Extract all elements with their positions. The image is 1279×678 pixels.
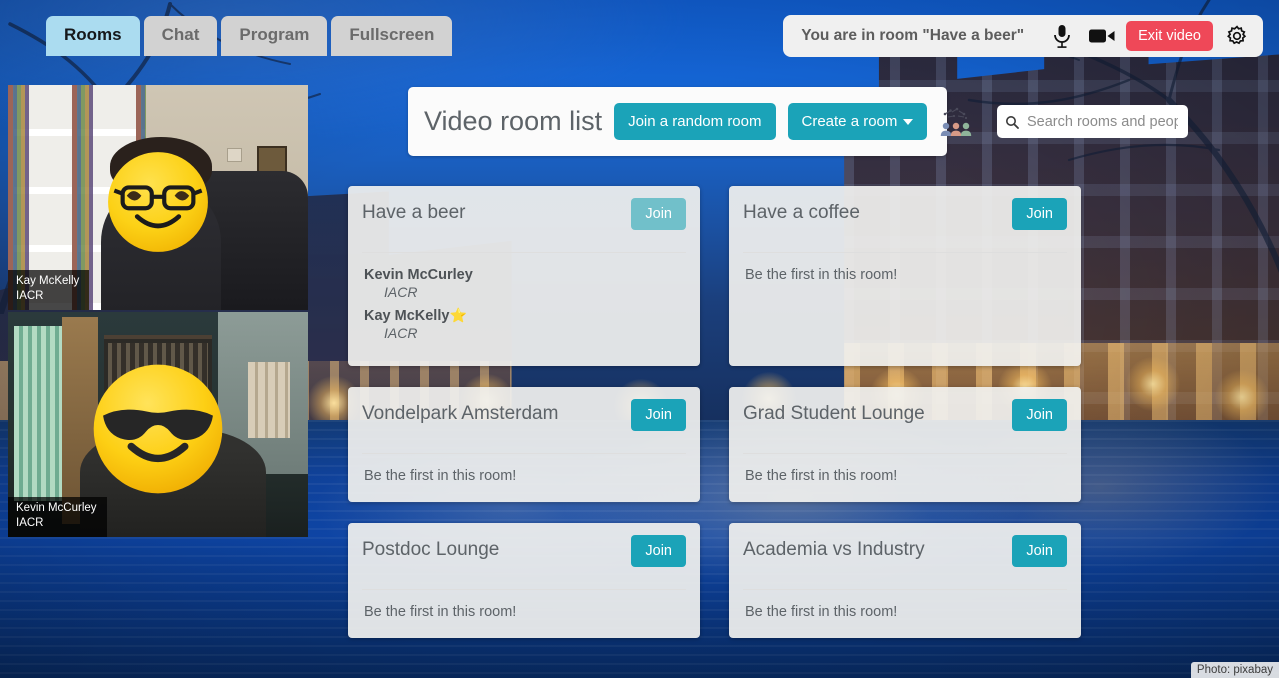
video-camera-icon[interactable] bbox=[1082, 19, 1122, 53]
empty-room-message: Be the first in this room! bbox=[364, 604, 517, 620]
room-list-header: Video room list Join a random room Creat… bbox=[408, 87, 972, 156]
search-icon bbox=[1005, 115, 1019, 129]
star-icon: ⭐ bbox=[449, 307, 467, 323]
video-tile[interactable]: Kevin McCurley IACR bbox=[8, 312, 308, 537]
room-card-header: Have a beer Join bbox=[362, 198, 686, 242]
join-room-button[interactable]: Join bbox=[1012, 399, 1067, 431]
room-occupants: Be the first in this room! bbox=[362, 454, 686, 502]
occupant: Kay McKelly⭐ IACR bbox=[364, 307, 684, 341]
participant-affiliation: IACR bbox=[16, 517, 44, 530]
empty-room-message: Be the first in this room! bbox=[745, 468, 898, 484]
join-random-room-button[interactable]: Join a random room bbox=[614, 103, 776, 140]
join-room-button[interactable]: Join bbox=[1012, 198, 1067, 230]
occupant-name: Kevin McCurley bbox=[364, 267, 473, 283]
tab-fullscreen[interactable]: Fullscreen bbox=[331, 16, 453, 56]
create-room-button[interactable]: Create a room bbox=[787, 103, 928, 140]
tab-program[interactable]: Program bbox=[221, 16, 328, 56]
join-room-button[interactable]: Join bbox=[1012, 535, 1067, 567]
photo-credit: Photo: pixabay bbox=[1190, 662, 1279, 678]
join-room-button[interactable]: Join bbox=[631, 399, 686, 431]
room-card[interactable]: Have a coffee Join Be the first in this … bbox=[729, 186, 1081, 366]
tab-chat[interactable]: Chat bbox=[143, 16, 218, 56]
empty-room-message: Be the first in this room! bbox=[364, 468, 517, 484]
room-row: Vondelpark Amsterdam Join Be the first i… bbox=[348, 387, 1093, 502]
occupant-affiliation: IACR bbox=[384, 325, 418, 341]
nerd-face-icon bbox=[106, 150, 210, 254]
exit-video-button[interactable]: Exit video bbox=[1126, 21, 1213, 51]
empty-room-message: Be the first in this room! bbox=[745, 267, 898, 283]
create-room-label: Create a room bbox=[801, 113, 898, 130]
room-card[interactable]: Postdoc Lounge Join Be the first in this… bbox=[348, 523, 700, 638]
main-tab-bar: Rooms Chat Program Fullscreen bbox=[46, 16, 453, 56]
room-row: Postdoc Lounge Join Be the first in this… bbox=[348, 523, 1093, 638]
participant-affiliation: IACR bbox=[16, 290, 44, 303]
search-input[interactable] bbox=[1025, 112, 1180, 131]
join-room-button[interactable]: Join bbox=[631, 535, 686, 567]
microphone-icon[interactable] bbox=[1042, 19, 1082, 53]
room-occupants: Be the first in this room! bbox=[743, 454, 1067, 502]
room-card-header: Have a coffee Join bbox=[743, 198, 1067, 242]
room-card[interactable]: Vondelpark Amsterdam Join Be the first i… bbox=[348, 387, 700, 502]
video-tile-label: Kay McKelly IACR bbox=[8, 269, 90, 310]
gear-icon[interactable] bbox=[1217, 19, 1257, 53]
room-card[interactable]: Have a beer Join Kevin McCurley IACR Kay… bbox=[348, 186, 700, 366]
current-room-status: You are in room "Have a beer" bbox=[801, 27, 1025, 44]
occupant-name-text: Kay McKelly bbox=[364, 308, 450, 324]
room-name: Grad Student Lounge bbox=[743, 403, 925, 424]
chevron-down-icon bbox=[903, 119, 914, 126]
video-controls-bar: You are in room "Have a beer" Exit video bbox=[783, 15, 1263, 57]
video-tile-column: Kay McKelly IACR Kevin McCurley IACR bbox=[8, 85, 308, 537]
room-card-header: Academia vs Industry Join bbox=[743, 535, 1067, 579]
room-name: Have a coffee bbox=[743, 202, 860, 223]
room-card[interactable]: Grad Student Lounge Join Be the first in… bbox=[729, 387, 1081, 502]
video-tile-label: Kevin McCurley IACR bbox=[8, 496, 107, 537]
page-title: Video room list bbox=[424, 106, 603, 136]
smiling-face-with-sunglasses-icon bbox=[91, 362, 225, 496]
tab-rooms[interactable]: Rooms bbox=[46, 16, 140, 56]
participant-name: Kevin McCurley bbox=[16, 501, 97, 514]
room-card-header: Grad Student Lounge Join bbox=[743, 399, 1067, 443]
empty-room-message: Be the first in this room! bbox=[745, 604, 898, 620]
room-card-header: Vondelpark Amsterdam Join bbox=[362, 399, 686, 443]
search-box[interactable] bbox=[997, 105, 1188, 138]
people-network-icon[interactable] bbox=[939, 105, 973, 139]
room-occupants: Be the first in this room! bbox=[362, 590, 686, 638]
room-occupants: Kevin McCurley IACR Kay McKelly⭐ IACR bbox=[362, 253, 686, 364]
room-occupants: Be the first in this room! bbox=[743, 253, 1067, 299]
participant-name: Kay McKelly bbox=[16, 274, 80, 287]
occupant-name: Kay McKelly⭐ bbox=[364, 307, 684, 324]
room-name: Postdoc Lounge bbox=[362, 539, 500, 560]
occupant-affiliation: IACR bbox=[384, 284, 418, 300]
room-name: Vondelpark Amsterdam bbox=[362, 403, 559, 424]
room-card[interactable]: Academia vs Industry Join Be the first i… bbox=[729, 523, 1081, 638]
room-card-grid: Have a beer Join Kevin McCurley IACR Kay… bbox=[348, 186, 1093, 638]
room-occupants: Be the first in this room! bbox=[743, 590, 1067, 638]
room-row: Have a beer Join Kevin McCurley IACR Kay… bbox=[348, 186, 1093, 366]
occupant: Kevin McCurley IACR bbox=[364, 267, 684, 300]
video-tile[interactable]: Kay McKelly IACR bbox=[8, 85, 308, 310]
room-name: Academia vs Industry bbox=[743, 539, 925, 560]
room-card-header: Postdoc Lounge Join bbox=[362, 535, 686, 579]
join-room-button[interactable]: Join bbox=[631, 198, 686, 230]
room-name: Have a beer bbox=[362, 202, 466, 223]
